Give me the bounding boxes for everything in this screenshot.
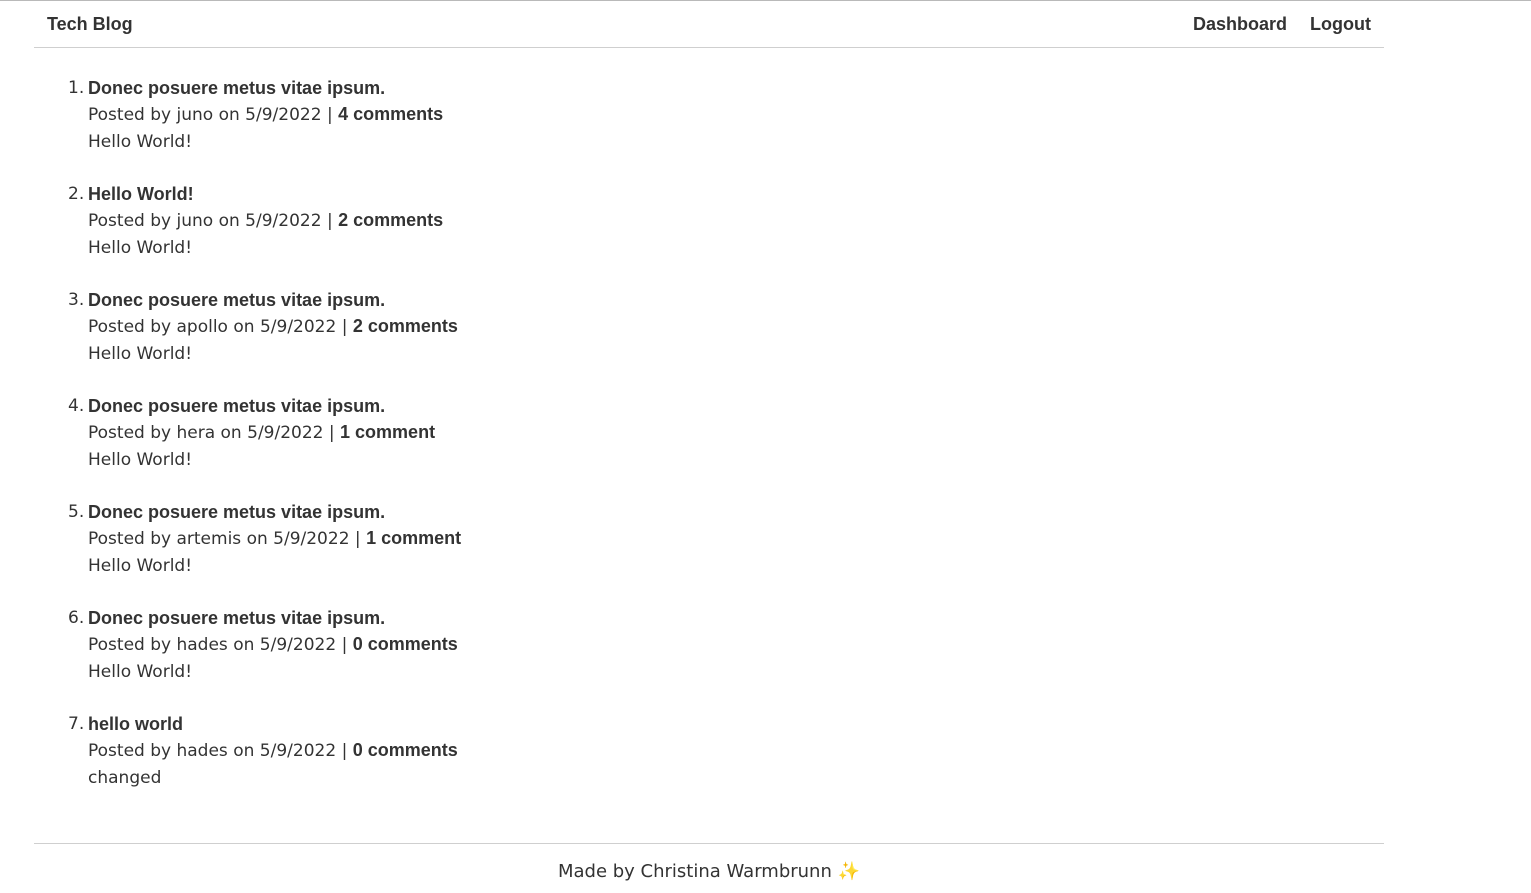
post-body: Hello World! — [88, 238, 193, 258]
post-body: Hello World! — [88, 344, 193, 364]
post-date: 5/9/2022 — [245, 105, 322, 125]
nav-links: Dashboard Logout — [1193, 14, 1371, 35]
post-author: apollo — [176, 317, 228, 337]
comments-link[interactable]: 4 comments — [338, 104, 443, 124]
post-title-link[interactable]: Donec posuere metus vitae ipsum. — [88, 605, 1384, 631]
on-label: on — [233, 741, 255, 761]
comments-link[interactable]: 1 comment — [366, 528, 461, 548]
post-author: juno — [176, 211, 214, 231]
meta-separator: | — [341, 317, 348, 337]
posted-by-label: Posted by — [88, 423, 172, 443]
post-body: Hello World! — [88, 450, 193, 470]
meta-separator: | — [326, 105, 333, 125]
posted-by-label: Posted by — [88, 317, 172, 337]
post-item: 4. Donec posuere metus vitae ipsum. Post… — [68, 393, 1384, 473]
post-meta: Posted by hades on 5/9/2022 | 0 comments — [88, 737, 1384, 765]
on-label: on — [233, 635, 255, 655]
on-label: on — [246, 529, 268, 549]
meta-separator: | — [328, 423, 335, 443]
post-number: 6. — [68, 608, 85, 628]
comments-link[interactable]: 0 comments — [353, 740, 458, 760]
post-meta: Posted by artemis on 5/9/2022 | 1 commen… — [88, 525, 1384, 553]
post-body: changed — [88, 768, 162, 788]
post-author: hera — [176, 423, 216, 443]
post-number: 3. — [68, 290, 85, 310]
meta-separator: | — [341, 741, 348, 761]
navbar: Tech Blog Dashboard Logout — [34, 1, 1384, 48]
on-label: on — [218, 105, 240, 125]
post-item: 3. Donec posuere metus vitae ipsum. Post… — [68, 287, 1384, 367]
post-title-link[interactable]: Donec posuere metus vitae ipsum. — [88, 75, 1384, 101]
post-date: 5/9/2022 — [247, 423, 324, 443]
post-meta: Posted by juno on 5/9/2022 | 2 comments — [88, 207, 1384, 235]
comments-link[interactable]: 1 comment — [340, 422, 435, 442]
nav-dashboard-link[interactable]: Dashboard — [1193, 14, 1287, 35]
post-item: 2. Hello World! Posted by juno on 5/9/20… — [68, 181, 1384, 261]
posted-by-label: Posted by — [88, 529, 172, 549]
post-author: hades — [176, 741, 228, 761]
post-item: 6. Donec posuere metus vitae ipsum. Post… — [68, 605, 1384, 685]
posted-by-label: Posted by — [88, 211, 172, 231]
post-author: hades — [176, 635, 228, 655]
comments-link[interactable]: 0 comments — [353, 634, 458, 654]
post-title-link[interactable]: Donec posuere metus vitae ipsum. — [88, 499, 1384, 525]
posted-by-label: Posted by — [88, 741, 172, 761]
on-label: on — [220, 423, 242, 443]
post-date: 5/9/2022 — [259, 741, 337, 761]
post-item: 1. Donec posuere metus vitae ipsum. Post… — [68, 75, 1384, 155]
post-number: 2. — [68, 184, 85, 204]
post-number: 1. — [68, 78, 85, 98]
posted-by-label: Posted by — [88, 635, 172, 655]
brand-link[interactable]: Tech Blog — [47, 14, 133, 35]
post-number: 7. — [68, 714, 85, 734]
post-meta: Posted by hera on 5/9/2022 | 1 comment — [88, 419, 1384, 447]
comments-link[interactable]: 2 comments — [353, 316, 458, 336]
post-list: 1. Donec posuere metus vitae ipsum. Post… — [34, 75, 1384, 791]
sparkles-icon: ✨ — [837, 861, 861, 882]
meta-separator: | — [326, 211, 333, 231]
post-title-link[interactable]: hello world — [88, 711, 1384, 737]
post-author: artemis — [176, 529, 242, 549]
post-body: Hello World! — [88, 556, 193, 576]
post-title-link[interactable]: Donec posuere metus vitae ipsum. — [88, 393, 1384, 419]
meta-separator: | — [341, 635, 348, 655]
post-meta: Posted by juno on 5/9/2022 | 4 comments — [88, 101, 1384, 129]
page: Tech Blog Dashboard Logout 1. Donec posu… — [34, 1, 1384, 791]
post-body: Hello World! — [88, 662, 193, 682]
post-number: 4. — [68, 396, 85, 416]
meta-separator: | — [354, 529, 361, 549]
post-author: juno — [176, 105, 214, 125]
nav-logout-link[interactable]: Logout — [1310, 14, 1371, 35]
post-item: 7. hello world Posted by hades on 5/9/20… — [68, 711, 1384, 791]
post-title-link[interactable]: Donec posuere metus vitae ipsum. — [88, 287, 1384, 313]
post-title-link[interactable]: Hello World! — [88, 181, 1384, 207]
on-label: on — [218, 211, 240, 231]
posted-by-label: Posted by — [88, 105, 172, 125]
footer-credit: Made by Christina Warmbrunn — [557, 861, 832, 882]
post-number: 5. — [68, 502, 85, 522]
post-date: 5/9/2022 — [259, 635, 337, 655]
post-date: 5/9/2022 — [245, 211, 322, 231]
post-meta: Posted by hades on 5/9/2022 | 0 comments — [88, 631, 1384, 659]
footer: Made by Christina Warmbrunn ✨ — [34, 843, 1384, 882]
post-meta: Posted by apollo on 5/9/2022 | 2 comment… — [88, 313, 1384, 341]
comments-link[interactable]: 2 comments — [338, 210, 443, 230]
post-date: 5/9/2022 — [273, 529, 350, 549]
post-date: 5/9/2022 — [259, 317, 337, 337]
on-label: on — [233, 317, 255, 337]
post-item: 5. Donec posuere metus vitae ipsum. Post… — [68, 499, 1384, 579]
post-body: Hello World! — [88, 132, 193, 152]
